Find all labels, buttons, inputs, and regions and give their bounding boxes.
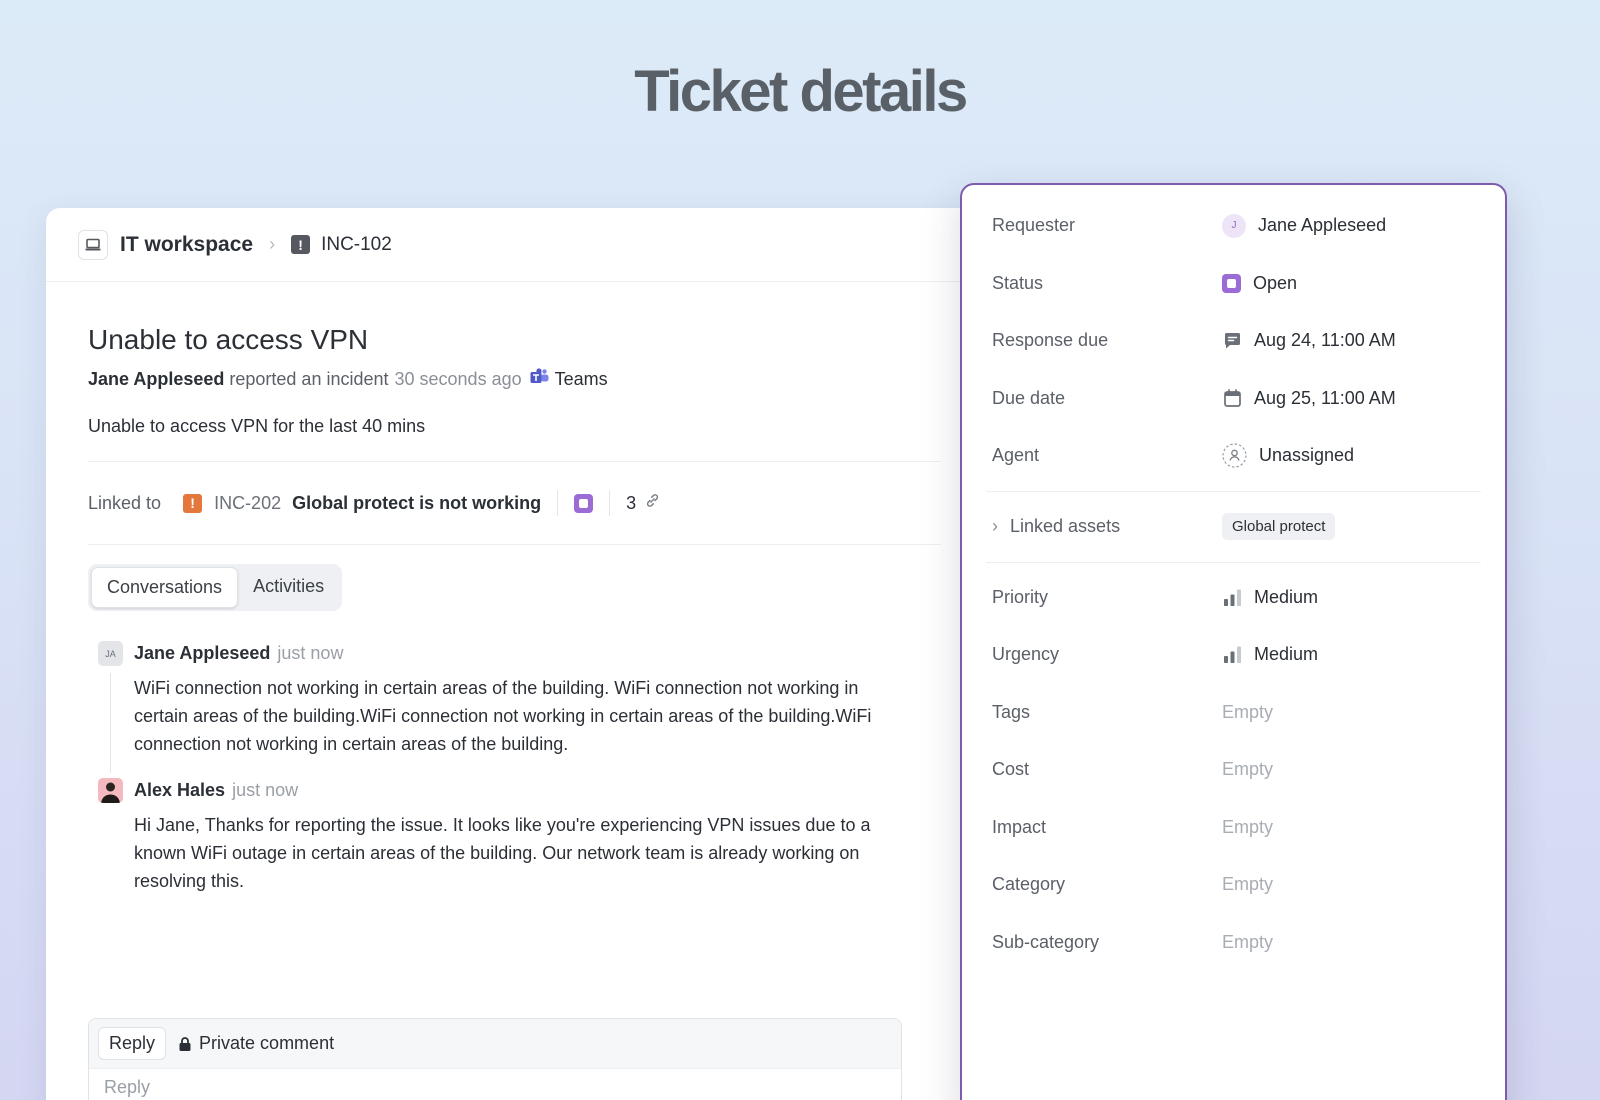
ticket-title: Unable to access VPN: [88, 324, 369, 355]
prop-agent[interactable]: Agent Unassigned: [962, 427, 1505, 485]
reporter-action: reported an incident: [229, 368, 389, 389]
prop-response-due[interactable]: Response due Aug 24, 11:00 AM: [962, 312, 1505, 370]
ticket-main-card: IT workspace › ! INC-102 Unable to acces…: [46, 208, 981, 1100]
prop-label: Response due: [992, 330, 1109, 351]
prop-requester[interactable]: Requester J Jane Appleseed: [962, 197, 1505, 255]
incident-icon: !: [291, 235, 311, 254]
avatar: J: [1222, 213, 1246, 238]
reply-box: Reply Private comment: [88, 1018, 902, 1100]
message: JA Jane Appleseed just now WiFi connecti…: [98, 641, 941, 773]
prop-label: Urgency: [992, 644, 1060, 665]
link-icon[interactable]: [644, 492, 661, 514]
due-date-value: Aug 25, 11:00 AM: [1254, 387, 1396, 408]
response-due-value: Aug 24, 11:00 AM: [1254, 330, 1396, 351]
signal-bars-icon: [1222, 587, 1242, 607]
reporter-line: Jane Appleseed reported an incident 30 s…: [88, 368, 941, 390]
private-comment-label: Private comment: [199, 1033, 335, 1053]
prop-subcategory[interactable]: Sub-category Empty: [962, 914, 1505, 972]
prop-label: Cost: [992, 759, 1030, 780]
avatar: JA: [98, 641, 123, 666]
reply-input[interactable]: [89, 1069, 901, 1100]
prop-due-date[interactable]: Due date Aug 25, 11:00 AM: [962, 370, 1505, 428]
ticket-properties-panel: Requester J Jane Appleseed Status Open R…: [960, 183, 1507, 1100]
asset-chip[interactable]: Global protect: [1222, 513, 1336, 540]
ticket-description: Unable to access VPN for the last 40 min…: [88, 416, 426, 436]
linked-label: Linked to: [88, 492, 162, 513]
calendar-icon: [1222, 388, 1242, 408]
divider: [88, 544, 941, 545]
private-comment-tab[interactable]: Private comment: [178, 1033, 334, 1054]
requester-value: Jane Appleseed: [1258, 215, 1387, 236]
message-body: WiFi connection not working in certain a…: [134, 678, 872, 754]
prop-label: Status: [992, 272, 1044, 293]
laptop-icon: [78, 229, 108, 260]
page-title: Ticket details: [634, 59, 968, 124]
source-label: Teams: [554, 368, 608, 389]
prop-status[interactable]: Status Open: [962, 255, 1505, 313]
tags-value: Empty: [1222, 701, 1274, 722]
message: Alex Hales just now Hi Jane, Thanks for …: [98, 778, 941, 895]
subcategory-value: Empty: [1222, 931, 1274, 952]
divider: [986, 490, 1481, 492]
breadcrumb-ticket-id[interactable]: INC-102: [321, 234, 392, 256]
prop-label: Tags: [992, 701, 1031, 722]
prop-label: Requester: [992, 215, 1076, 236]
chevron-right-icon: ›: [269, 234, 276, 254]
priority-value: Medium: [1254, 586, 1319, 607]
chat-bubble-icon: [1222, 331, 1242, 351]
link-count: 3: [626, 492, 637, 513]
prop-category[interactable]: Category Empty: [962, 856, 1505, 914]
status-open-icon: [574, 493, 594, 513]
reporter-name[interactable]: Jane Appleseed: [88, 369, 224, 390]
conversation-thread: JA Jane Appleseed just now WiFi connecti…: [88, 641, 941, 895]
user-icon: [1222, 443, 1247, 468]
linked-ticket-row: Linked to ! INC-202 Global protect is no…: [88, 462, 941, 544]
reply-mode-bar: Reply Private comment: [89, 1019, 901, 1069]
divider: [609, 490, 611, 516]
thread-line: [110, 673, 111, 773]
reply-tab[interactable]: Reply: [98, 1027, 167, 1060]
message-body: Hi Jane, Thanks for reporting the issue.…: [134, 815, 871, 891]
urgency-value: Medium: [1254, 644, 1319, 665]
avatar: [98, 778, 123, 803]
linked-ticket-id[interactable]: INC-202: [214, 493, 281, 514]
signal-bars-icon: [1222, 645, 1242, 665]
message-author[interactable]: Jane Appleseed: [134, 643, 270, 663]
linked-ticket-title[interactable]: Global protect is not working: [292, 493, 541, 514]
prop-label: Impact: [992, 816, 1047, 837]
incident-icon: !: [183, 493, 203, 513]
prop-linked-assets[interactable]: › Linked assets Global protect: [962, 498, 1505, 556]
cost-value: Empty: [1222, 759, 1274, 780]
message-time: just now: [232, 780, 299, 800]
prop-urgency[interactable]: Urgency Medium: [962, 626, 1505, 684]
prop-cost[interactable]: Cost Empty: [962, 741, 1505, 799]
reported-time: 30 seconds ago: [394, 368, 522, 389]
message-time: just now: [277, 643, 344, 663]
tab-activities[interactable]: Activities: [238, 567, 339, 608]
lock-icon: [179, 1036, 191, 1051]
status-open-icon: [1222, 273, 1241, 293]
category-value: Empty: [1222, 874, 1274, 895]
breadcrumb-workspace[interactable]: IT workspace: [120, 233, 253, 257]
prop-label: Linked assets: [1010, 516, 1121, 536]
prop-label: Agent: [992, 445, 1040, 466]
divider: [557, 490, 559, 516]
prop-label: Due date: [992, 387, 1066, 408]
message-author[interactable]: Alex Hales: [134, 780, 225, 800]
prop-label: Priority: [992, 586, 1049, 607]
prop-label: Sub-category: [992, 931, 1100, 952]
agent-value: Unassigned: [1259, 445, 1355, 466]
chevron-right-icon[interactable]: ›: [992, 516, 998, 537]
prop-impact[interactable]: Impact Empty: [962, 799, 1505, 857]
status-value: Open: [1253, 272, 1298, 293]
divider: [986, 561, 1481, 563]
impact-value: Empty: [1222, 816, 1274, 837]
teams-icon: [530, 368, 549, 390]
conversation-tabs: Conversations Activities: [88, 564, 343, 611]
breadcrumb: IT workspace › ! INC-102: [46, 208, 981, 282]
prop-tags[interactable]: Tags Empty: [962, 684, 1505, 742]
tab-conversations[interactable]: Conversations: [91, 567, 239, 608]
prop-label: Category: [992, 874, 1066, 895]
prop-priority[interactable]: Priority Medium: [962, 569, 1505, 627]
